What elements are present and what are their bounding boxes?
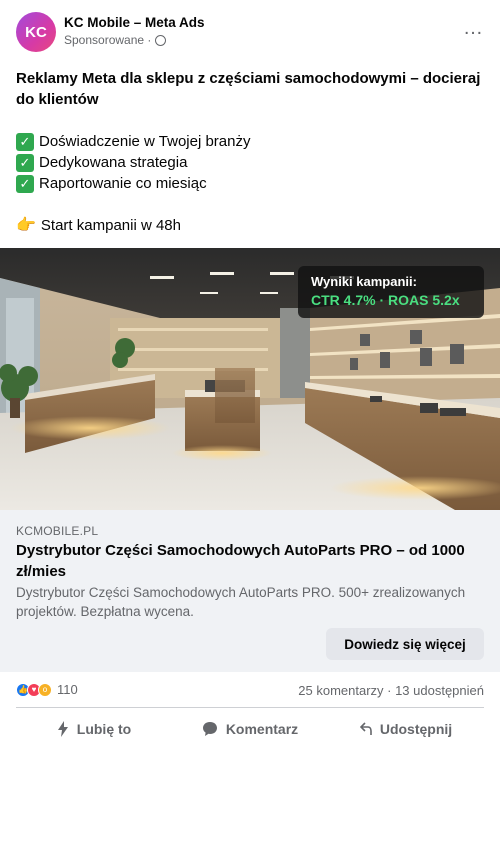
share-icon [359,722,372,736]
share-label: Udostępnij [379,721,453,737]
sponsored-label[interactable]: Sponsorowane · [64,33,151,47]
more-options-icon[interactable]: … [463,18,484,38]
bullet-text: Dedykowana strategia [39,154,188,171]
post-meta: Sponsorowane · [64,33,167,47]
pointing-hand-icon: 👉 [16,217,36,234]
globe-icon [155,34,167,46]
bullet-text: Doświadczenie w Twojej branży [39,133,251,150]
link-preview-card[interactable]: KCMOBILE.PL Dystrybutor Części Samochodo… [0,510,500,672]
campaign-results-overlay: Wyniki kampanii: CTR 4.7% · ROAS 5.2x [298,266,484,318]
link-title[interactable]: Dystrybutor Części Samochodowych AutoPar… [16,540,476,582]
avatar[interactable]: KC [16,12,56,52]
share-button[interactable]: Udostępnij [328,712,484,746]
page-name[interactable]: KC Mobile – Meta Ads [64,15,205,30]
link-description: Dystrybutor Części Samochodowych AutoPar… [16,585,466,619]
like-icon [57,721,69,737]
bullet-item: ✓ Doświadczenie w Twojej branży [16,131,484,152]
engagement-stats: 👍 ♥ o 110 25 komentarzy · 13 udostępnień [16,672,484,708]
comment-icon [202,721,218,737]
comments-shares-count[interactable]: 25 komentarzy · 13 udostępnień [298,683,484,698]
like-button[interactable]: Lubię to [16,712,172,746]
learn-more-button[interactable]: Dowiedz się więcej [326,628,484,660]
link-domain: KCMOBILE.PL [16,524,99,538]
overlay-metrics: CTR 4.7% · ROAS 5.2x [311,292,460,308]
overlay-title: Wyniki kampanii: [311,274,417,289]
check-icon: ✓ [16,132,34,151]
comment-button[interactable]: Komentarz [172,712,328,746]
post-text: Reklamy Meta dla sklepu z częściami samo… [16,68,484,236]
reactions-summary[interactable]: 👍 ♥ o 110 [16,682,78,697]
check-icon: ✓ [16,174,34,193]
post-headline: Reklamy Meta dla sklepu z częściami samo… [16,70,481,108]
facebook-ad-post: KC KC Mobile – Meta Ads Sponsorowane · …… [0,0,500,852]
ad-image[interactable]: Wyniki kampanii: CTR 4.7% · ROAS 5.2x [0,248,500,510]
bullet-item: ✓ Raportowanie co miesiąc [16,173,484,194]
cta-line: 👉 Start kampanii w 48h [16,215,484,236]
bullet-item: ✓ Dedykowana strategia [16,152,484,173]
cta-line-text: Start kampanii w 48h [40,217,181,234]
post-header: KC KC Mobile – Meta Ads Sponsorowane · … [16,12,484,52]
wow-reaction-icon: o [38,682,52,697]
comment-label: Komentarz [225,721,299,737]
bullet-text: Raportowanie co miesiąc [39,175,207,192]
reaction-count: 110 [57,682,78,697]
action-bar: Lubię to Komentarz Udostępnij [16,712,484,746]
like-label: Lubię to [76,721,132,737]
check-icon: ✓ [16,153,34,172]
